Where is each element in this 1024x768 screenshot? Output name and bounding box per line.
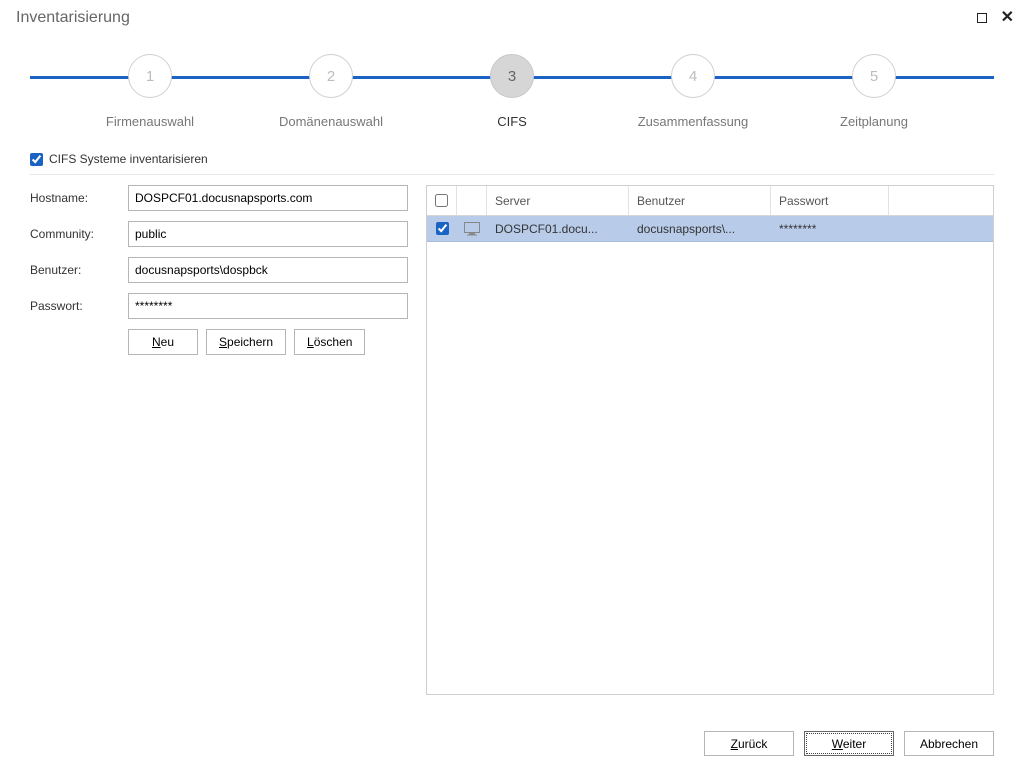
server-grid: Server Benutzer Passwort DOSPCF01.docu..… xyxy=(426,185,994,695)
step-label: Firmenauswahl xyxy=(106,114,194,129)
benutzer-label: Benutzer: xyxy=(30,263,128,277)
grid-row-icon-cell xyxy=(457,216,487,241)
grid-header-server[interactable]: Server xyxy=(487,186,629,215)
back-button[interactable]: Zurück xyxy=(704,731,794,756)
step-cifs[interactable]: 3 CIFS xyxy=(452,44,572,129)
wizard-stepper: 1 Firmenauswahl 2 Domänenauswahl 3 CIFS … xyxy=(30,44,994,134)
grid-header-checkbox-cell xyxy=(427,186,457,215)
window-controls: ✕ xyxy=(977,13,1014,23)
community-label: Community: xyxy=(30,227,128,241)
maximize-icon[interactable] xyxy=(977,13,987,23)
step-label: CIFS xyxy=(497,114,527,129)
grid-cell-passwort: ******** xyxy=(771,216,889,241)
benutzer-input[interactable] xyxy=(128,257,408,283)
grid-header: Server Benutzer Passwort xyxy=(427,186,993,216)
community-input[interactable] xyxy=(128,221,408,247)
step-number: 1 xyxy=(128,54,172,98)
footer-buttons: Zurück Weiter Abbrechen xyxy=(704,731,994,756)
passwort-row: Passwort: xyxy=(30,293,408,319)
grid-cell-benutzer: docusnapsports\... xyxy=(629,216,771,241)
step-number: 5 xyxy=(852,54,896,98)
close-icon[interactable]: ✕ xyxy=(1001,13,1014,23)
speichern-label-rest: peichern xyxy=(227,335,273,349)
step-zusammenfassung[interactable]: 4 Zusammenfassung xyxy=(633,44,753,129)
grid-row-check-cell xyxy=(427,216,457,241)
step-firmenauswahl[interactable]: 1 Firmenauswahl xyxy=(90,44,210,129)
grid-select-all-checkbox[interactable] xyxy=(435,194,448,207)
speichern-button[interactable]: Speichern xyxy=(206,329,286,355)
cifs-inventarisieren-checkbox[interactable] xyxy=(30,153,43,166)
grid-cell-server: DOSPCF01.docu... xyxy=(487,216,629,241)
neu-label-rest: eu xyxy=(161,335,174,349)
step-zeitplanung[interactable]: 5 Zeitplanung xyxy=(814,44,934,129)
monitor-icon xyxy=(464,222,480,236)
content-top: CIFS Systeme inventarisieren xyxy=(0,142,1024,166)
cifs-inventarisieren-row: CIFS Systeme inventarisieren xyxy=(30,152,994,166)
form-button-row: Neu Speichern Löschen xyxy=(128,329,408,355)
divider xyxy=(30,174,994,175)
next-button[interactable]: Weiter xyxy=(804,731,894,756)
grid-row[interactable]: DOSPCF01.docu... docusnapsports\... ****… xyxy=(427,216,993,242)
form-panel: Hostname: Community: Benutzer: Passwort:… xyxy=(30,185,408,695)
step-number: 2 xyxy=(309,54,353,98)
titlebar: Inventarisierung ✕ xyxy=(0,0,1024,36)
main-body: Hostname: Community: Benutzer: Passwort:… xyxy=(0,185,1024,695)
grid-header-spacer xyxy=(889,186,993,215)
hostname-input[interactable] xyxy=(128,185,408,211)
passwort-input[interactable] xyxy=(128,293,408,319)
neu-button[interactable]: Neu xyxy=(128,329,198,355)
grid-header-passwort[interactable]: Passwort xyxy=(771,186,889,215)
stepper-steps: 1 Firmenauswahl 2 Domänenauswahl 3 CIFS … xyxy=(30,44,994,129)
step-label: Zusammenfassung xyxy=(638,114,749,129)
step-number: 3 xyxy=(490,54,534,98)
step-label: Domänenauswahl xyxy=(279,114,383,129)
loeschen-label-rest: öschen xyxy=(314,335,353,349)
window-title: Inventarisierung xyxy=(16,9,977,27)
benutzer-row: Benutzer: xyxy=(30,257,408,283)
community-row: Community: xyxy=(30,221,408,247)
hostname-row: Hostname: xyxy=(30,185,408,211)
grid-header-icon-cell xyxy=(457,186,487,215)
step-number: 4 xyxy=(671,54,715,98)
hostname-label: Hostname: xyxy=(30,191,128,205)
loeschen-button[interactable]: Löschen xyxy=(294,329,365,355)
inventory-dialog: Inventarisierung ✕ 1 Firmenauswahl 2 Dom… xyxy=(0,0,1024,768)
cancel-button[interactable]: Abbrechen xyxy=(904,731,994,756)
step-domaenenauswahl[interactable]: 2 Domänenauswahl xyxy=(271,44,391,129)
step-label: Zeitplanung xyxy=(840,114,908,129)
grid-header-benutzer[interactable]: Benutzer xyxy=(629,186,771,215)
cifs-inventarisieren-label: CIFS Systeme inventarisieren xyxy=(49,152,208,166)
passwort-label: Passwort: xyxy=(30,299,128,313)
grid-row-checkbox[interactable] xyxy=(436,222,449,235)
